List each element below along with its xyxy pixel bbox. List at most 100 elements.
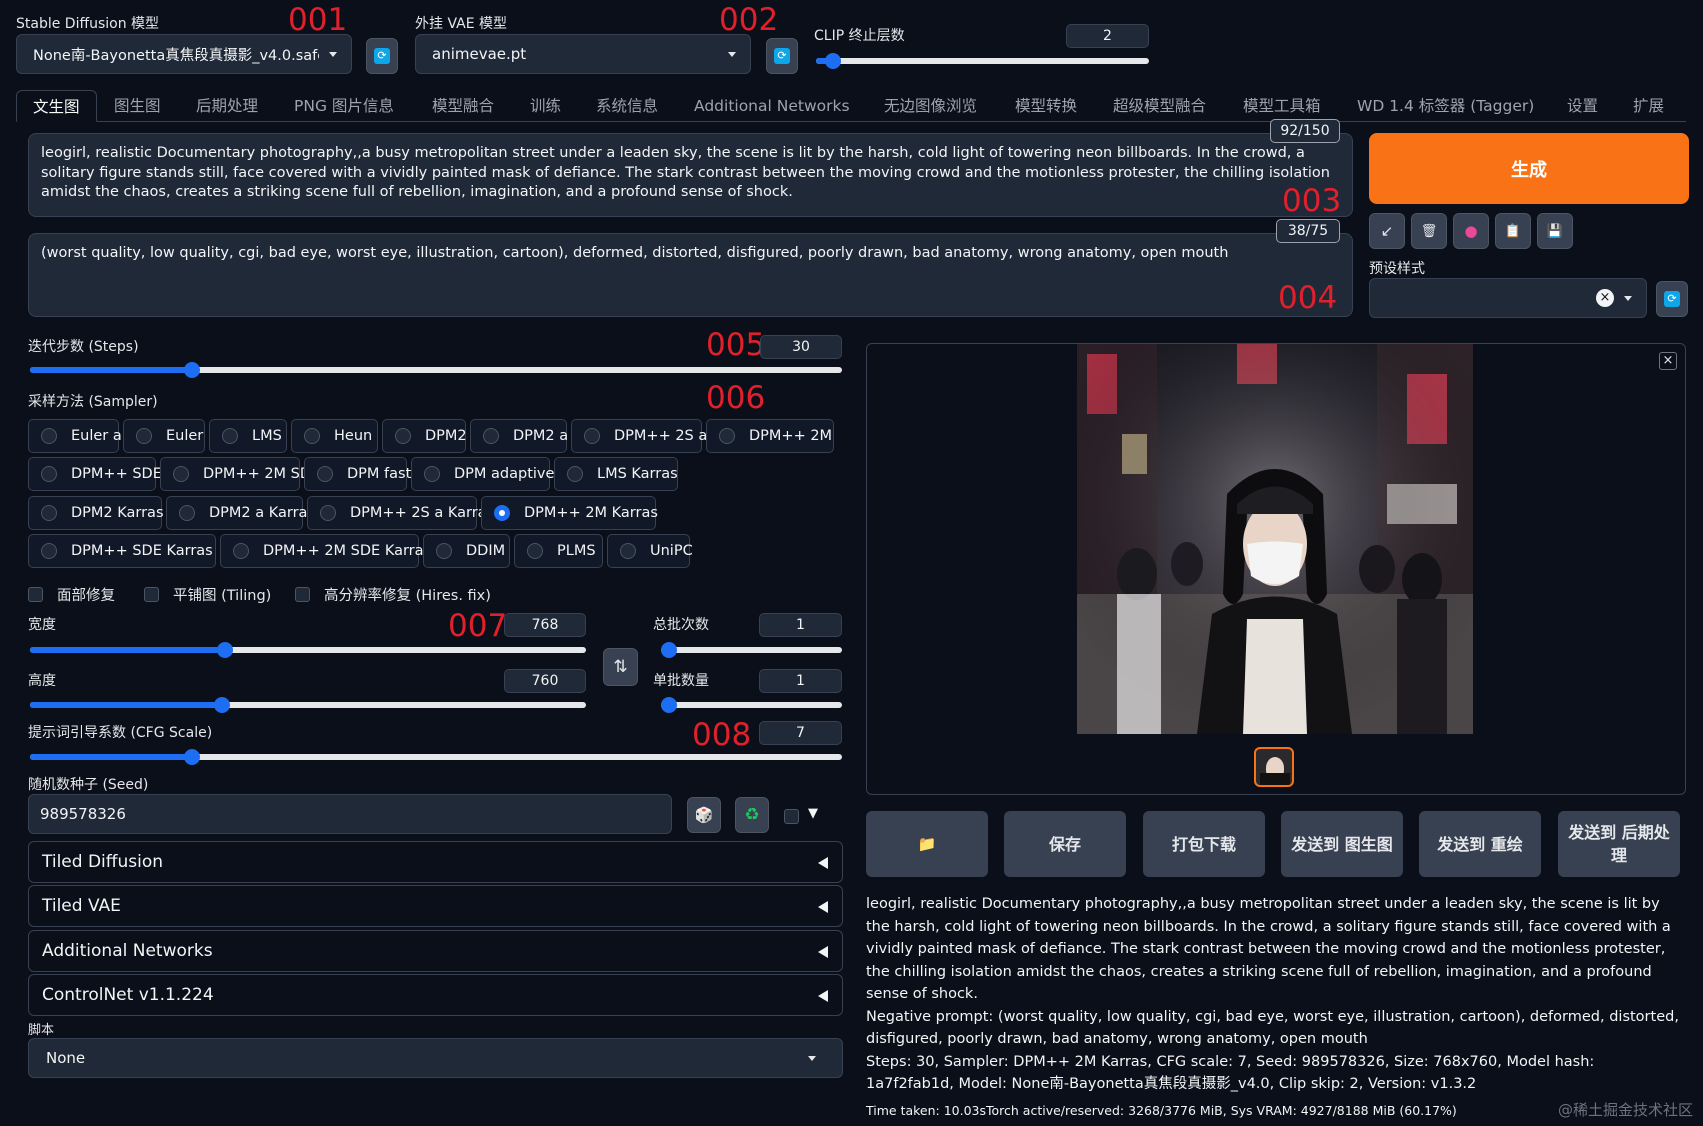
radio-button[interactable] xyxy=(222,428,238,444)
sampler-option[interactable]: DPM adaptive xyxy=(411,457,554,491)
apply-style-button[interactable]: 📋 xyxy=(1495,213,1531,249)
batch-size-slider[interactable] xyxy=(661,697,842,713)
sampler-option[interactable]: DPM++ SDE xyxy=(28,457,162,491)
radio-button[interactable] xyxy=(304,428,320,444)
script-select[interactable]: None xyxy=(28,1038,843,1078)
vae-select[interactable]: animevae.pt xyxy=(415,34,751,74)
clip-slider-handle[interactable] xyxy=(825,53,841,69)
send-to-extras-button[interactable]: 发送到 后期处理 xyxy=(1558,811,1680,877)
tab-extensions[interactable]: 扩展 xyxy=(1633,90,1664,122)
checkbox-box[interactable] xyxy=(144,587,159,602)
radio-button[interactable] xyxy=(719,428,735,444)
radio-button[interactable] xyxy=(136,428,152,444)
save-button[interactable]: 保存 xyxy=(1004,811,1126,877)
cfg-slider-handle[interactable] xyxy=(184,749,200,765)
radio-button[interactable] xyxy=(424,466,440,482)
clear-icon[interactable]: × xyxy=(1596,289,1614,307)
accordion-tiled-vae[interactable]: Tiled VAE xyxy=(28,885,843,927)
sampler-option[interactable]: DPM2 a xyxy=(470,419,568,453)
generate-button[interactable]: 生成 xyxy=(1369,133,1689,204)
sampler-option[interactable]: DPM fast xyxy=(304,457,411,491)
seed-input[interactable]: 989578326 xyxy=(28,794,672,834)
sampler-option[interactable]: LMS xyxy=(209,419,287,453)
clip-slider[interactable] xyxy=(816,53,1149,69)
preset-style-select[interactable]: × xyxy=(1369,278,1647,318)
sampler-option[interactable]: DPM++ 2M Karras xyxy=(481,496,658,530)
sampler-option[interactable]: Euler a xyxy=(28,419,122,453)
radio-button[interactable] xyxy=(320,505,336,521)
radio-button[interactable] xyxy=(483,428,499,444)
tab-super-merge[interactable]: 超级模型融合 xyxy=(1113,90,1206,122)
model-select[interactable]: None南-Bayonetta真焦段真摄影_v4.0.safet xyxy=(16,34,352,74)
prompt-textarea[interactable]: leogirl, realistic Documentary photograp… xyxy=(28,133,1353,217)
tab-merge[interactable]: 模型融合 xyxy=(432,90,494,122)
batch-count-slider[interactable] xyxy=(661,642,842,658)
generated-image[interactable] xyxy=(1077,344,1473,734)
radio-button[interactable] xyxy=(527,543,543,559)
save-style-button[interactable]: 💾 xyxy=(1537,213,1573,249)
batch-count-slider-handle[interactable] xyxy=(661,642,677,658)
radio-button[interactable] xyxy=(620,543,636,559)
sampler-option[interactable]: DPM2 a Karras xyxy=(166,496,315,530)
accordion-controlnet[interactable]: ControlNet v1.1.224 xyxy=(28,974,843,1016)
sampler-option[interactable]: DPM2 Karras xyxy=(28,496,164,530)
tab-txt2img[interactable]: 文生图 xyxy=(16,90,97,122)
radio-button[interactable] xyxy=(317,466,333,482)
radio-button[interactable] xyxy=(41,428,57,444)
width-slider[interactable] xyxy=(30,642,586,658)
tab-train[interactable]: 训练 xyxy=(530,90,561,122)
face-restore-checkbox[interactable]: 面部修复 xyxy=(28,584,115,605)
sampler-option[interactable]: DPM++ 2S a xyxy=(571,419,707,453)
batch-size-input[interactable]: 1 xyxy=(759,669,842,693)
height-slider[interactable] xyxy=(30,697,586,713)
tab-model-toolkit[interactable]: 模型工具箱 xyxy=(1243,90,1321,122)
extra-seed-checkbox[interactable] xyxy=(784,809,799,824)
reuse-seed-button[interactable]: ♻ xyxy=(735,797,769,833)
width-input[interactable]: 768 xyxy=(504,613,586,637)
tab-settings[interactable]: 设置 xyxy=(1567,90,1598,122)
sampler-option[interactable]: DPM++ 2M xyxy=(706,419,834,453)
radio-button[interactable] xyxy=(584,428,600,444)
sampler-option[interactable]: Euler xyxy=(123,419,205,453)
batch-size-slider-handle[interactable] xyxy=(661,697,677,713)
vae-refresh-button[interactable]: ⟳ xyxy=(766,38,798,74)
radio-button[interactable] xyxy=(179,505,195,521)
tab-image-browser[interactable]: 无边图像浏览 xyxy=(884,90,977,122)
extra-seed-toggle-icon[interactable]: ▼ xyxy=(808,806,818,821)
accordion-additional-networks[interactable]: Additional Networks xyxy=(28,930,843,972)
zip-download-button[interactable]: 打包下载 xyxy=(1143,811,1265,877)
hires-fix-checkbox[interactable]: 高分辨率修复 (Hires. fix) xyxy=(295,584,491,605)
clear-prompt-button[interactable]: 🗑 xyxy=(1411,213,1447,249)
width-slider-handle[interactable] xyxy=(217,642,233,658)
tab-extras[interactable]: 后期处理 xyxy=(196,90,258,122)
height-input[interactable]: 760 xyxy=(504,669,586,693)
sampler-option[interactable]: DDIM xyxy=(423,534,510,568)
tab-png-info[interactable]: PNG 图片信息 xyxy=(294,90,394,122)
sampler-option[interactable]: LMS Karras xyxy=(554,457,678,491)
sampler-option[interactable]: DPM++ SDE Karras xyxy=(28,534,216,568)
radio-button[interactable] xyxy=(233,543,249,559)
radio-button[interactable] xyxy=(41,505,57,521)
sampler-option[interactable]: DPM++ 2M SDE xyxy=(160,457,320,491)
model-refresh-button[interactable]: ⟳ xyxy=(366,38,398,74)
sampler-option[interactable]: Heun xyxy=(291,419,378,453)
tab-tagger[interactable]: WD 1.4 标签器 (Tagger) xyxy=(1357,90,1534,122)
radio-button[interactable] xyxy=(567,466,583,482)
checkbox-box[interactable] xyxy=(28,587,43,602)
tab-system-info[interactable]: 系统信息 xyxy=(596,90,658,122)
radio-button[interactable] xyxy=(173,466,189,482)
radio-button[interactable] xyxy=(395,428,411,444)
close-gallery-icon[interactable]: × xyxy=(1659,352,1677,370)
send-to-img2img-button[interactable]: 发送到 图生图 xyxy=(1281,811,1403,877)
sampler-option[interactable]: UniPC xyxy=(607,534,693,568)
preset-refresh-button[interactable]: ⟳ xyxy=(1656,281,1688,317)
read-params-button[interactable]: ↙ xyxy=(1369,213,1405,249)
clip-value-input[interactable]: 2 xyxy=(1066,24,1149,48)
sampler-option[interactable]: PLMS xyxy=(514,534,603,568)
sampler-option[interactable]: DPM2 xyxy=(382,419,467,453)
random-seed-button[interactable]: 🎲 xyxy=(687,797,721,833)
steps-input[interactable]: 30 xyxy=(760,335,842,359)
open-folder-button[interactable]: 📁 xyxy=(866,811,988,877)
steps-slider-handle[interactable] xyxy=(184,362,200,378)
cfg-slider[interactable] xyxy=(30,749,842,765)
